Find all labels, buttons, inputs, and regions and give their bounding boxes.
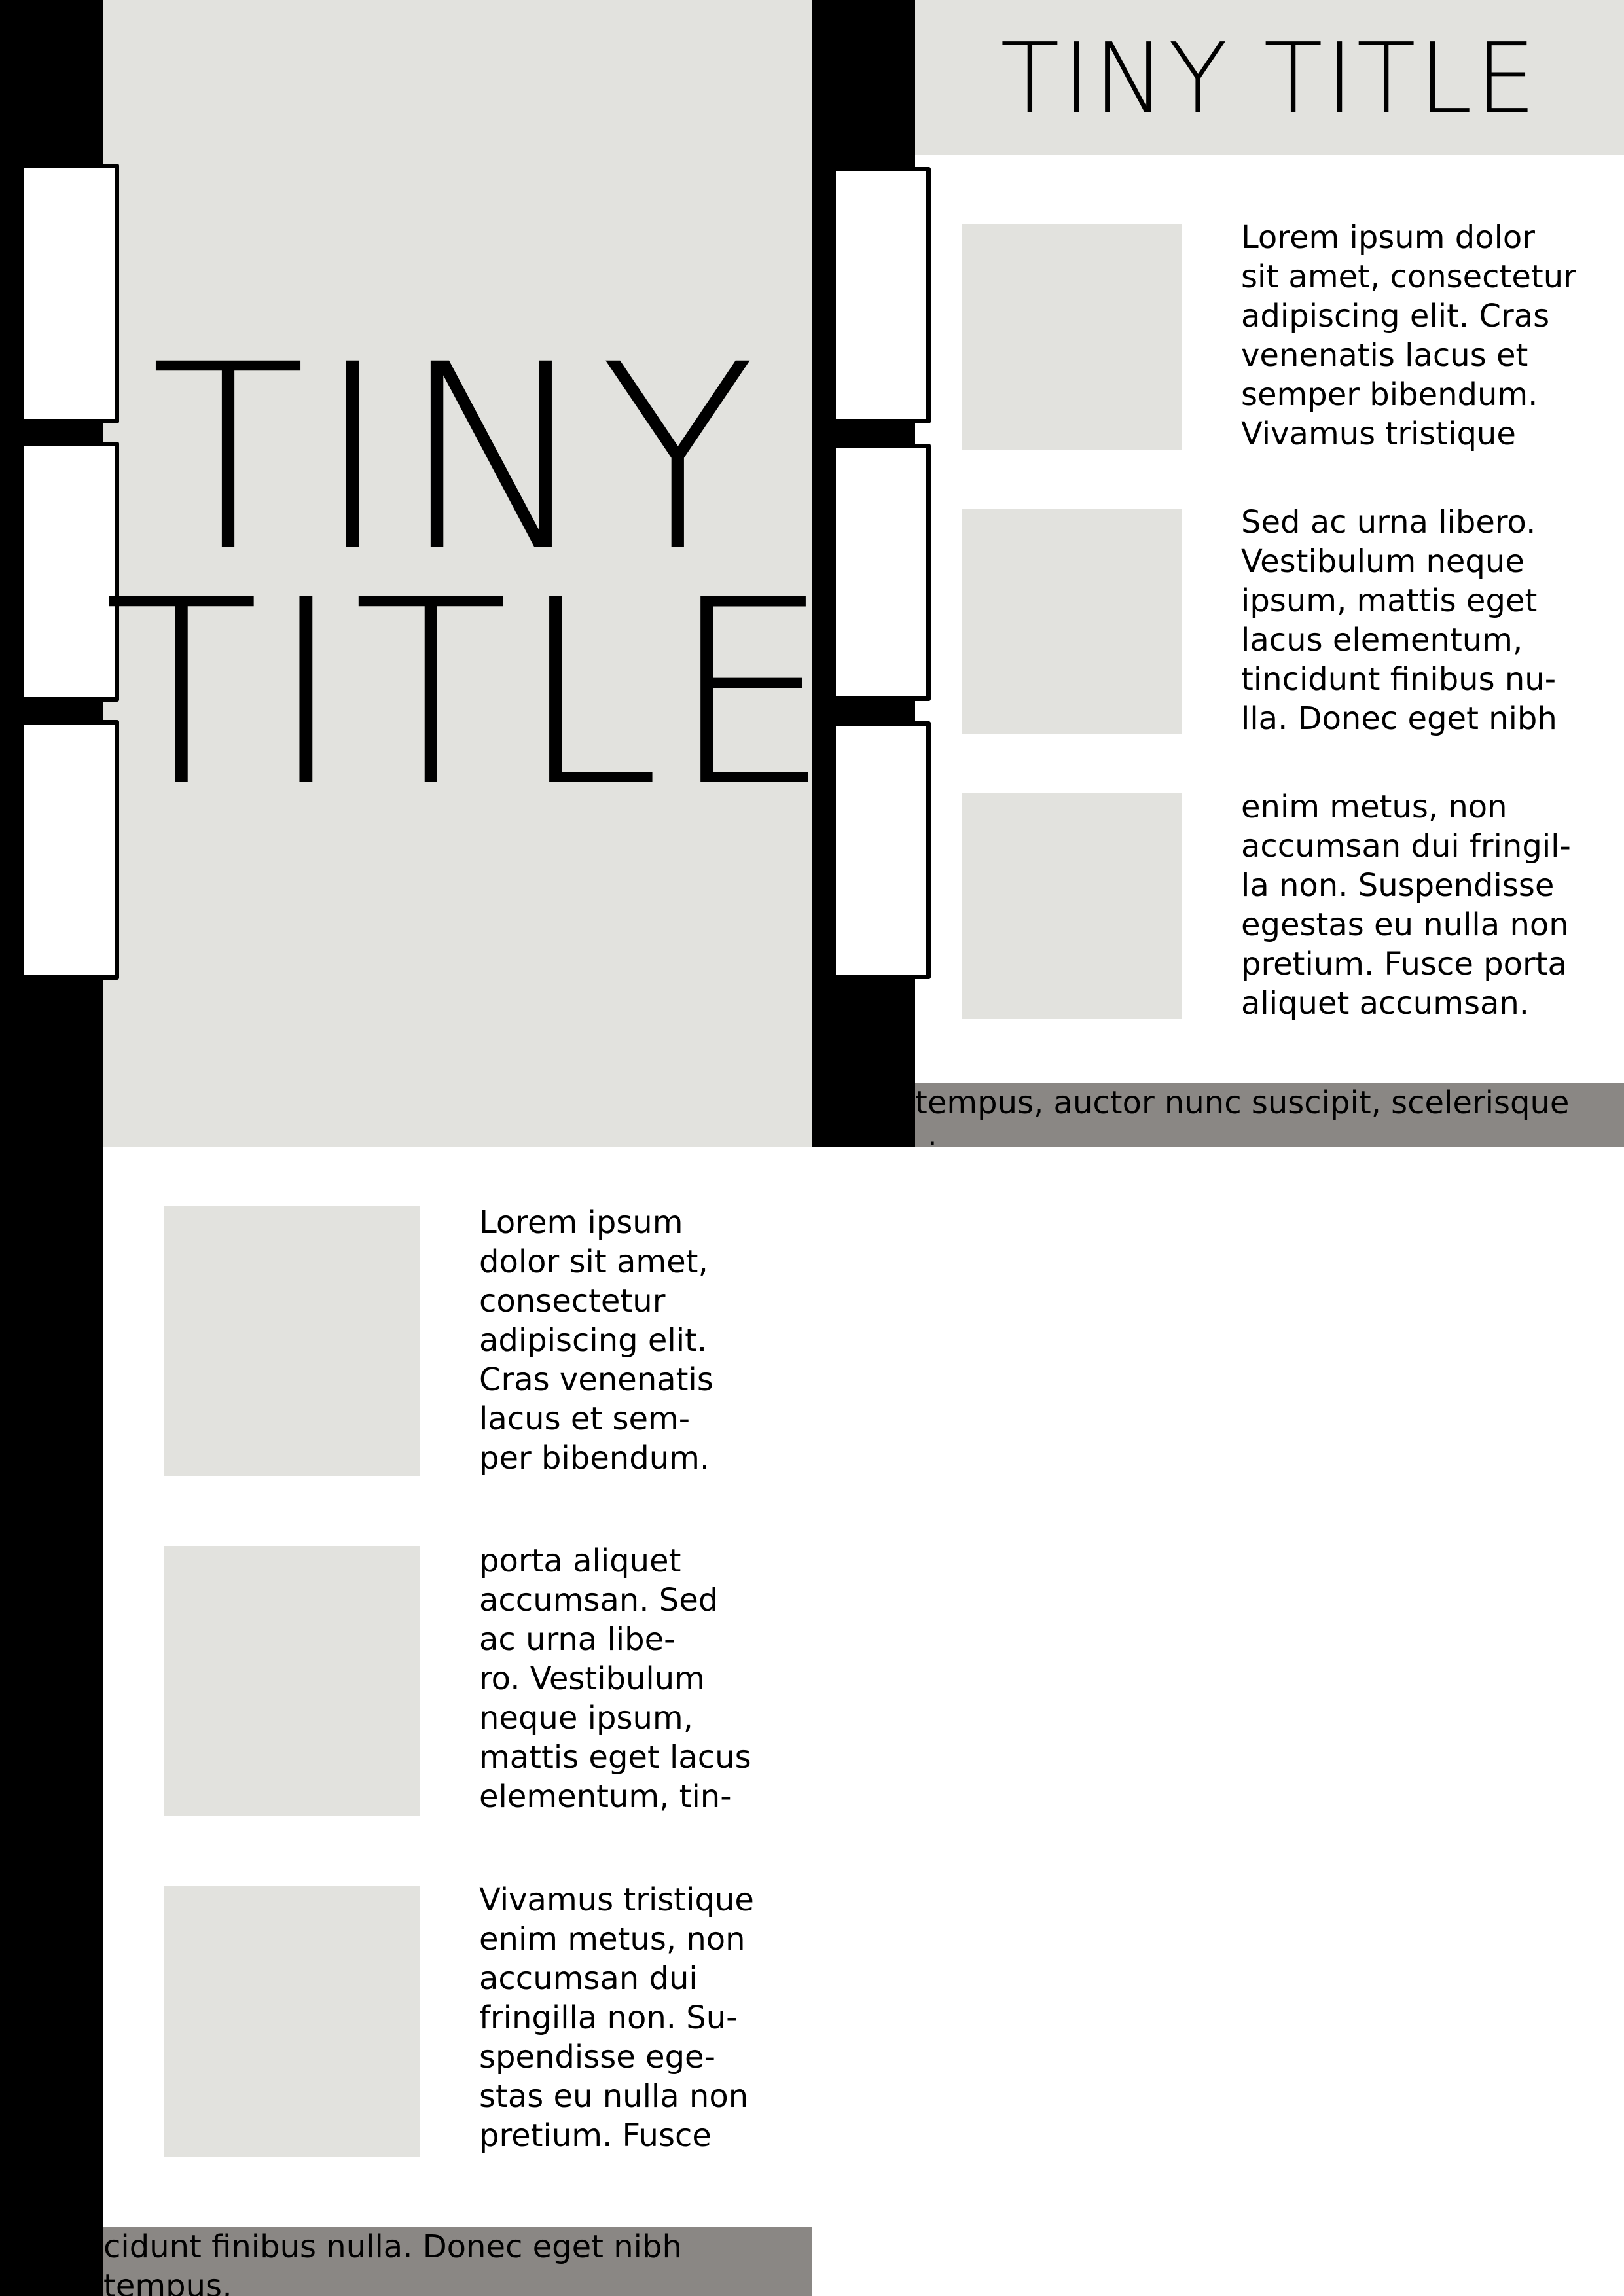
right-page-title: TINY TITLE — [1000, 22, 1539, 135]
right-footer-strip-text: tempus, auctor nunc suscipit, scelerisqu… — [915, 1085, 1570, 1147]
right-text-block-1: Lorem ipsum dolor sit amet, consectetur … — [1241, 219, 1576, 452]
right-image-placeholder-3 — [962, 793, 1182, 1019]
left-page-title: TINY TITLE — [103, 310, 840, 842]
left-text-block-1: Lorem ipsum dolor sit amet, consectetur … — [479, 1204, 713, 1477]
right-text-block-3: enim metus, non accumsan dui fringil- la… — [1241, 789, 1571, 1022]
right-sidebar-tab-2 — [831, 444, 931, 701]
left-image-placeholder-3 — [164, 1886, 420, 2157]
left-text-block-3: Vivamus tristique enim metus, non accums… — [479, 1882, 754, 2154]
left-footer-strip-text: cidunt finibus nulla. Donec eget nibh te… — [103, 2229, 682, 2296]
right-sidebar-tab-1 — [831, 167, 931, 423]
right-text-block-2: Sed ac urna libero. Vestibulum neque ips… — [1241, 504, 1557, 737]
left-image-placeholder-2 — [164, 1546, 420, 1816]
right-sidebar-tab-3 — [831, 721, 931, 979]
right-image-placeholder-2 — [962, 509, 1182, 734]
left-text-block-2: porta aliquet accumsan. Sed ac urna libe… — [479, 1543, 751, 1815]
right-image-placeholder-1 — [962, 224, 1182, 450]
left-image-placeholder-1 — [164, 1206, 420, 1476]
